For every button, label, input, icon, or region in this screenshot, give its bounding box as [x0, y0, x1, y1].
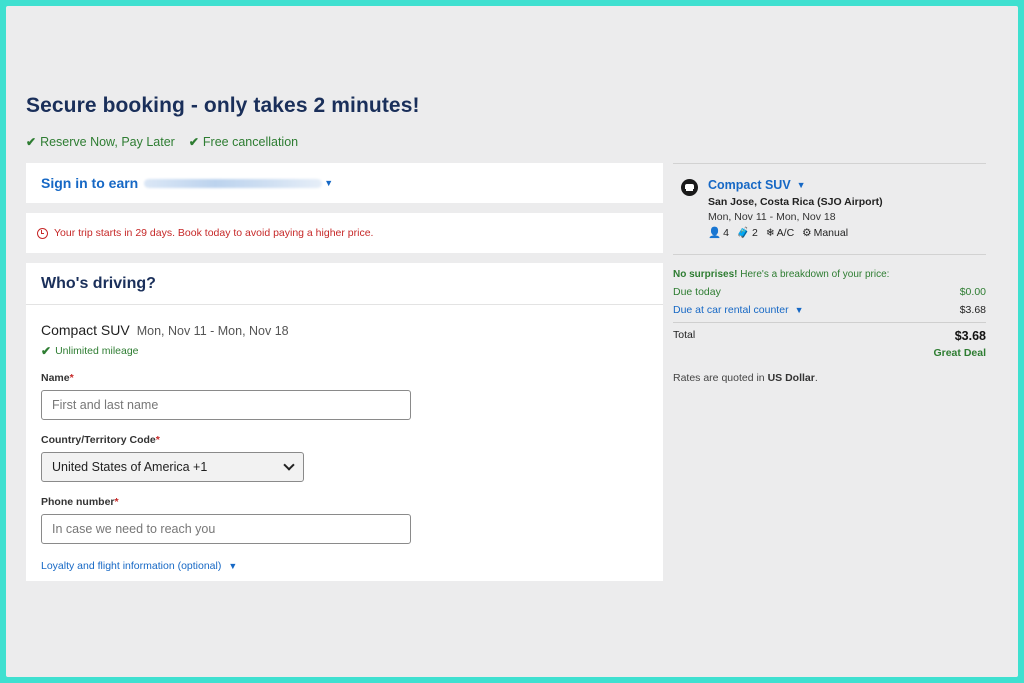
page-title: Secure booking - only takes 2 minutes! — [26, 94, 420, 117]
phone-input[interactable]: In case we need to reach you — [41, 514, 411, 544]
feature-passengers: 👤 4 — [708, 226, 729, 240]
driver-title: Who's driving? — [41, 274, 156, 292]
perk-free-cancellation: ✔ Free cancellation — [189, 135, 298, 149]
snowflake-icon: ❄ — [765, 226, 775, 239]
mileage-info: ✔ Unlimited mileage — [41, 344, 648, 358]
summary-car-toggle[interactable]: Compact SUV ▼ — [708, 178, 883, 192]
summary-car-name[interactable]: Compact SUV — [708, 178, 791, 192]
total-label: Total — [673, 329, 696, 341]
checkmark-icon: ✔ — [26, 135, 37, 149]
name-placeholder: First and last name — [52, 398, 159, 412]
luggage-icon: 🧳 — [736, 227, 750, 239]
feature-transmission: ⚙ Manual — [802, 226, 849, 239]
name-label: Name* — [41, 372, 74, 384]
gearshift-icon: ⚙ — [802, 226, 812, 239]
car-name: Compact SUV — [41, 322, 130, 338]
car-features: 👤 4 🧳 2 ❄ A/C ⚙ Manual — [708, 226, 883, 240]
total-value: $3.68 — [954, 329, 986, 343]
total-row: Total $3.68 Great Deal — [673, 322, 986, 359]
feature-ac: ❄ A/C — [765, 226, 795, 239]
summary-car-details: Compact SUV ▼ San Jose, Costa Rica (SJO … — [708, 178, 883, 239]
pickup-location: San Jose, Costa Rica (SJO Airport) — [708, 196, 883, 208]
driver-body: Compact SUV Mon, Nov 11 - Mon, Nov 18 ✔ … — [26, 305, 663, 572]
required-mark: * — [69, 372, 74, 384]
deal-badge: Great Deal — [933, 347, 986, 359]
mileage-text: Unlimited mileage — [55, 345, 139, 357]
due-counter-toggle[interactable]: Due at car rental counter ▼ — [673, 304, 803, 316]
booking-page: Secure booking - only takes 2 minutes! ✔… — [6, 6, 1018, 677]
driver-header: Who's driving? — [26, 263, 663, 305]
summary-dates: Mon, Nov 11 - Mon, Nov 18 — [708, 211, 836, 223]
signin-link[interactable]: Sign in to earn — [41, 175, 138, 191]
car-dates: Mon, Nov 11 - Mon, Nov 18 — [136, 324, 289, 338]
person-icon: 👤 — [708, 227, 722, 239]
feature-bags: 🧳 2 — [736, 226, 758, 240]
name-input[interactable]: First and last name — [41, 390, 411, 420]
country-label: Country/Territory Code* — [41, 434, 160, 446]
checkmark-icon: ✔ — [41, 344, 52, 358]
perk-reserve-now: ✔ Reserve Now, Pay Later — [26, 135, 175, 149]
loyalty-link[interactable]: Loyalty and flight information (optional… — [41, 560, 648, 572]
summary-car-block: Compact SUV ▼ San Jose, Costa Rica (SJO … — [673, 163, 986, 255]
perk-label: Free cancellation — [202, 135, 299, 149]
due-today-value: $0.00 — [959, 286, 986, 298]
due-counter-label[interactable]: Due at car rental counter — [673, 304, 789, 316]
booking-summary: Compact SUV ▼ San Jose, Costa Rica (SJO … — [673, 163, 986, 384]
total-right: $3.68 Great Deal — [933, 329, 986, 359]
chevron-down-icon[interactable]: ▼ — [795, 305, 804, 315]
country-value: United States of America +1 — [52, 460, 208, 474]
perks-list: ✔ Reserve Now, Pay Later ✔ Free cancella… — [26, 135, 298, 149]
driver-form-card: Who's driving? Compact SUV Mon, Nov 11 -… — [26, 263, 663, 581]
car-line: Compact SUV Mon, Nov 11 - Mon, Nov 18 — [41, 322, 648, 338]
checkmark-icon: ✔ — [188, 135, 199, 149]
required-mark: * — [114, 496, 119, 508]
country-select[interactable]: United States of America +1 — [41, 452, 304, 482]
perk-label: Reserve Now, Pay Later — [40, 135, 175, 149]
chevron-down-icon[interactable]: ▼ — [797, 180, 806, 190]
due-today-label: Due today — [673, 286, 721, 298]
loyalty-label[interactable]: Loyalty and flight information (optional… — [41, 560, 221, 572]
signin-card[interactable]: Sign in to earn ▼ — [26, 163, 663, 203]
blurred-text — [144, 178, 323, 188]
chevron-down-icon — [283, 459, 295, 471]
phone-label: Phone number* — [41, 496, 119, 508]
due-counter-value: $3.68 — [959, 304, 986, 316]
clock-icon — [37, 227, 48, 239]
car-icon — [681, 179, 698, 196]
required-mark: * — [155, 434, 160, 446]
rates-note: Rates are quoted in US Dollar. — [673, 372, 818, 384]
chevron-down-icon[interactable]: ▼ — [324, 178, 333, 188]
chevron-down-icon[interactable]: ▼ — [228, 561, 237, 571]
phone-placeholder: In case we need to reach you — [52, 522, 216, 536]
price-breakdown-intro: No surprises! Here's a breakdown of your… — [673, 269, 890, 280]
price-alert-text: Your trip starts in 29 days. Book today … — [54, 227, 374, 239]
due-counter-row: Due at car rental counter ▼ $3.68 — [673, 304, 986, 316]
price-alert-card: Your trip starts in 29 days. Book today … — [26, 213, 663, 253]
due-today-row: Due today $0.00 — [673, 286, 986, 298]
